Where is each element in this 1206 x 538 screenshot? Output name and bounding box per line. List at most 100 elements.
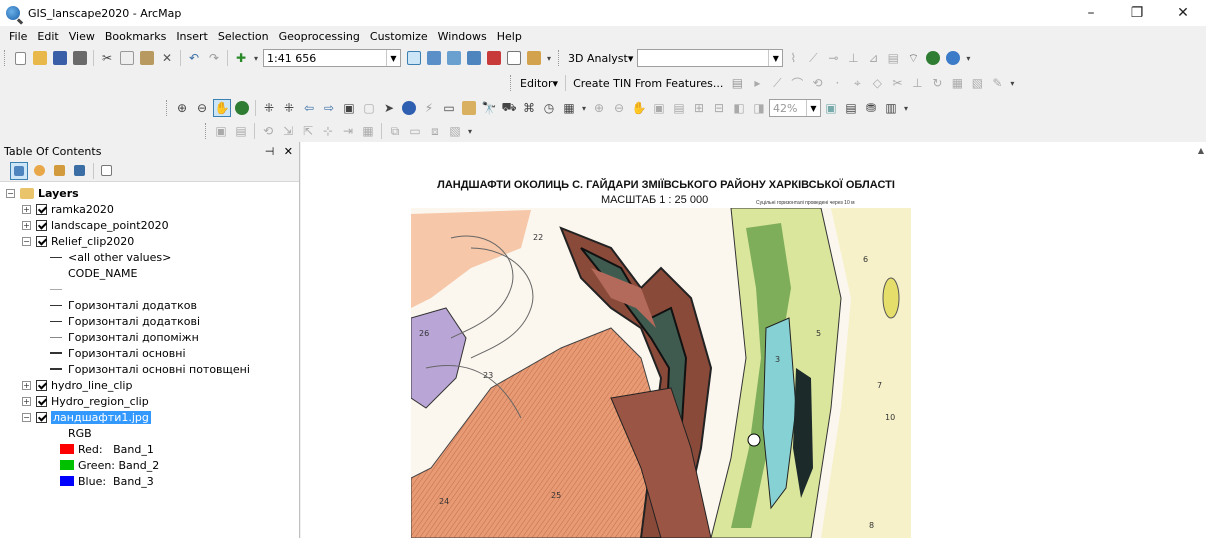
close-icon[interactable]: ✕ bbox=[284, 145, 293, 158]
model-builder-icon[interactable] bbox=[525, 49, 543, 67]
point-icon[interactable]: · bbox=[828, 74, 846, 92]
maximize-button[interactable]: ❐ bbox=[1114, 0, 1160, 26]
shift-raster-icon[interactable]: ⇲ bbox=[279, 122, 297, 140]
layout-pan-icon[interactable]: ✋ bbox=[630, 99, 648, 117]
data-driven-pages-icon[interactable]: ▥ bbox=[882, 99, 900, 117]
trace-icon[interactable]: ⟲ bbox=[808, 74, 826, 92]
menu-view[interactable]: View bbox=[64, 30, 100, 43]
rotate-icon[interactable]: ↻ bbox=[928, 74, 946, 92]
interpolate-line-icon[interactable]: ⊿ bbox=[864, 49, 882, 67]
minimize-button[interactable]: – bbox=[1068, 0, 1114, 26]
zoom-whole-page-icon[interactable]: ▣ bbox=[650, 99, 668, 117]
layer-visibility-checkbox[interactable] bbox=[36, 235, 47, 247]
analyst-3d-menu[interactable]: 3D Analyst▾ bbox=[568, 52, 633, 65]
select-elements-icon[interactable]: ➤ bbox=[380, 99, 398, 117]
arctoolbox-icon[interactable] bbox=[485, 49, 503, 67]
map-view[interactable]: ▲ ЛАНДШАФТИ ОКОЛИЦЬ С. ГАЙДАРИ ЗМІЇВСЬКО… bbox=[301, 142, 1206, 538]
find-route-icon[interactable]: ⛟ bbox=[500, 99, 518, 117]
cut-polygons-icon[interactable]: ✂ bbox=[888, 74, 906, 92]
edit-tool-icon[interactable]: ▤ bbox=[728, 74, 746, 92]
zoom-100-icon[interactable]: ▤ bbox=[670, 99, 688, 117]
catalog-icon[interactable] bbox=[445, 49, 463, 67]
redo-icon[interactable]: ↷ bbox=[205, 49, 223, 67]
create-viewer-window-icon[interactable]: ▦ bbox=[560, 99, 578, 117]
editor-menu[interactable]: Editor▾ bbox=[520, 77, 558, 90]
layer-relief-clip2020[interactable]: − Relief_clip2020 bbox=[22, 233, 134, 249]
layer-ramka2020[interactable]: + ramka2020 bbox=[22, 201, 114, 217]
identify-icon[interactable] bbox=[400, 99, 418, 117]
layer-hydro-line-clip[interactable]: + hydro_line_clip bbox=[22, 377, 132, 393]
select-by-graphics-icon[interactable]: ▣ bbox=[340, 99, 358, 117]
toolbar-options-icon[interactable]: ▾ bbox=[902, 99, 910, 117]
hyperlink-icon[interactable]: ⚡ bbox=[420, 99, 438, 117]
menu-file[interactable]: File bbox=[4, 30, 32, 43]
layer-visibility-checkbox[interactable] bbox=[36, 219, 47, 231]
create-contours-icon[interactable]: ⌇ bbox=[784, 49, 802, 67]
html-popup-icon[interactable]: ▭ bbox=[440, 99, 458, 117]
collapse-icon[interactable]: − bbox=[6, 188, 15, 198]
toolbar-grip[interactable] bbox=[4, 50, 7, 66]
line-of-sight-icon[interactable]: ⊸ bbox=[824, 49, 842, 67]
menu-selection[interactable]: Selection bbox=[213, 30, 274, 43]
layer-hydro-region-clip[interactable]: + Hydro_region_clip bbox=[22, 393, 149, 409]
viewer-icon[interactable]: ▭ bbox=[406, 122, 424, 140]
arcscene-icon[interactable]: ⌔ bbox=[904, 49, 922, 67]
go-forward-icon[interactable]: ⇨ bbox=[320, 99, 338, 117]
menu-customize[interactable]: Customize bbox=[365, 30, 433, 43]
layer-visibility-checkbox[interactable] bbox=[36, 395, 47, 407]
previous-extent-icon[interactable]: ◧ bbox=[730, 99, 748, 117]
table-of-contents-icon[interactable] bbox=[425, 49, 443, 67]
auto-registration-icon[interactable]: ⧉ bbox=[386, 122, 404, 140]
layout-zoom-dropdown[interactable]: 42% ▼ bbox=[769, 99, 821, 117]
steepest-path-icon[interactable]: ⟋ bbox=[804, 49, 822, 67]
scroll-up-icon[interactable]: ▲ bbox=[1198, 146, 1204, 155]
georeference-menu-icon[interactable]: ▤ bbox=[232, 122, 250, 140]
layout-zoom-in-icon[interactable]: ⊕ bbox=[590, 99, 608, 117]
create-tin-from-features-button[interactable]: Create TIN From Features... bbox=[573, 77, 723, 90]
globe-icon[interactable] bbox=[924, 49, 942, 67]
layer-landscape-point2020[interactable]: + landscape_point2020 bbox=[22, 217, 169, 233]
fixed-zoom-in-icon[interactable]: ⁜ bbox=[260, 99, 278, 117]
layer-label-selected[interactable]: ландшафти1.jpg bbox=[51, 410, 151, 424]
print-icon[interactable] bbox=[71, 49, 89, 67]
search-window-icon[interactable] bbox=[465, 49, 483, 67]
open-folder-icon[interactable] bbox=[31, 49, 49, 67]
undo-icon[interactable]: ↶ bbox=[185, 49, 203, 67]
measure-icon[interactable] bbox=[460, 99, 478, 117]
scale-raster-icon[interactable]: ⇱ bbox=[299, 122, 317, 140]
fixed-zoom-out-layout-icon[interactable]: ⊟ bbox=[710, 99, 728, 117]
list-by-visibility-icon[interactable] bbox=[50, 162, 68, 180]
layer-visibility-checkbox[interactable] bbox=[36, 379, 47, 391]
list-by-source-icon[interactable] bbox=[30, 162, 48, 180]
inset-window-icon[interactable]: ⧈ bbox=[426, 122, 444, 140]
straight-segment-icon[interactable]: ⟋ bbox=[768, 74, 786, 92]
delete-icon[interactable]: ✕ bbox=[158, 49, 176, 67]
globe-view-icon[interactable] bbox=[944, 49, 962, 67]
toggle-draft-mode-icon[interactable]: ▣ bbox=[822, 99, 840, 117]
map-scale-dropdown[interactable]: 1:41 656 ▼ bbox=[263, 49, 401, 67]
collapse-icon[interactable]: − bbox=[22, 412, 31, 422]
edit-vertices-icon[interactable]: ⌖ bbox=[848, 74, 866, 92]
layer-3d-dropdown[interactable]: ▼ bbox=[637, 49, 784, 67]
pin-icon[interactable]: ⊣ bbox=[265, 145, 275, 158]
attributes-icon[interactable]: ▦ bbox=[948, 74, 966, 92]
clear-selection-icon[interactable]: ▢ bbox=[360, 99, 378, 117]
close-button[interactable]: ✕ bbox=[1160, 0, 1206, 26]
toolbar-options-icon[interactable]: ▾ bbox=[1008, 74, 1016, 92]
layers-root[interactable]: − Layers bbox=[6, 185, 79, 201]
toolbar-options-icon[interactable]: ▾ bbox=[964, 49, 972, 67]
zoom-out-icon[interactable]: ⊖ bbox=[193, 99, 211, 117]
zoom-in-icon[interactable]: ⊕ bbox=[173, 99, 191, 117]
rotate-raster-icon[interactable]: ⟲ bbox=[259, 122, 277, 140]
menu-edit[interactable]: Edit bbox=[32, 30, 63, 43]
go-to-xy-icon[interactable]: ⌘ bbox=[520, 99, 538, 117]
change-layout-icon[interactable]: ⛃ bbox=[862, 99, 880, 117]
list-by-selection-icon[interactable] bbox=[70, 162, 88, 180]
fixed-zoom-out-icon[interactable]: ⁜ bbox=[280, 99, 298, 117]
full-extent-icon[interactable] bbox=[233, 99, 251, 117]
toolbar-options-icon[interactable]: ▾ bbox=[580, 99, 588, 117]
save-icon[interactable] bbox=[51, 49, 69, 67]
new-document-icon[interactable] bbox=[11, 49, 29, 67]
copy-icon[interactable] bbox=[118, 49, 136, 67]
menu-help[interactable]: Help bbox=[492, 30, 527, 43]
